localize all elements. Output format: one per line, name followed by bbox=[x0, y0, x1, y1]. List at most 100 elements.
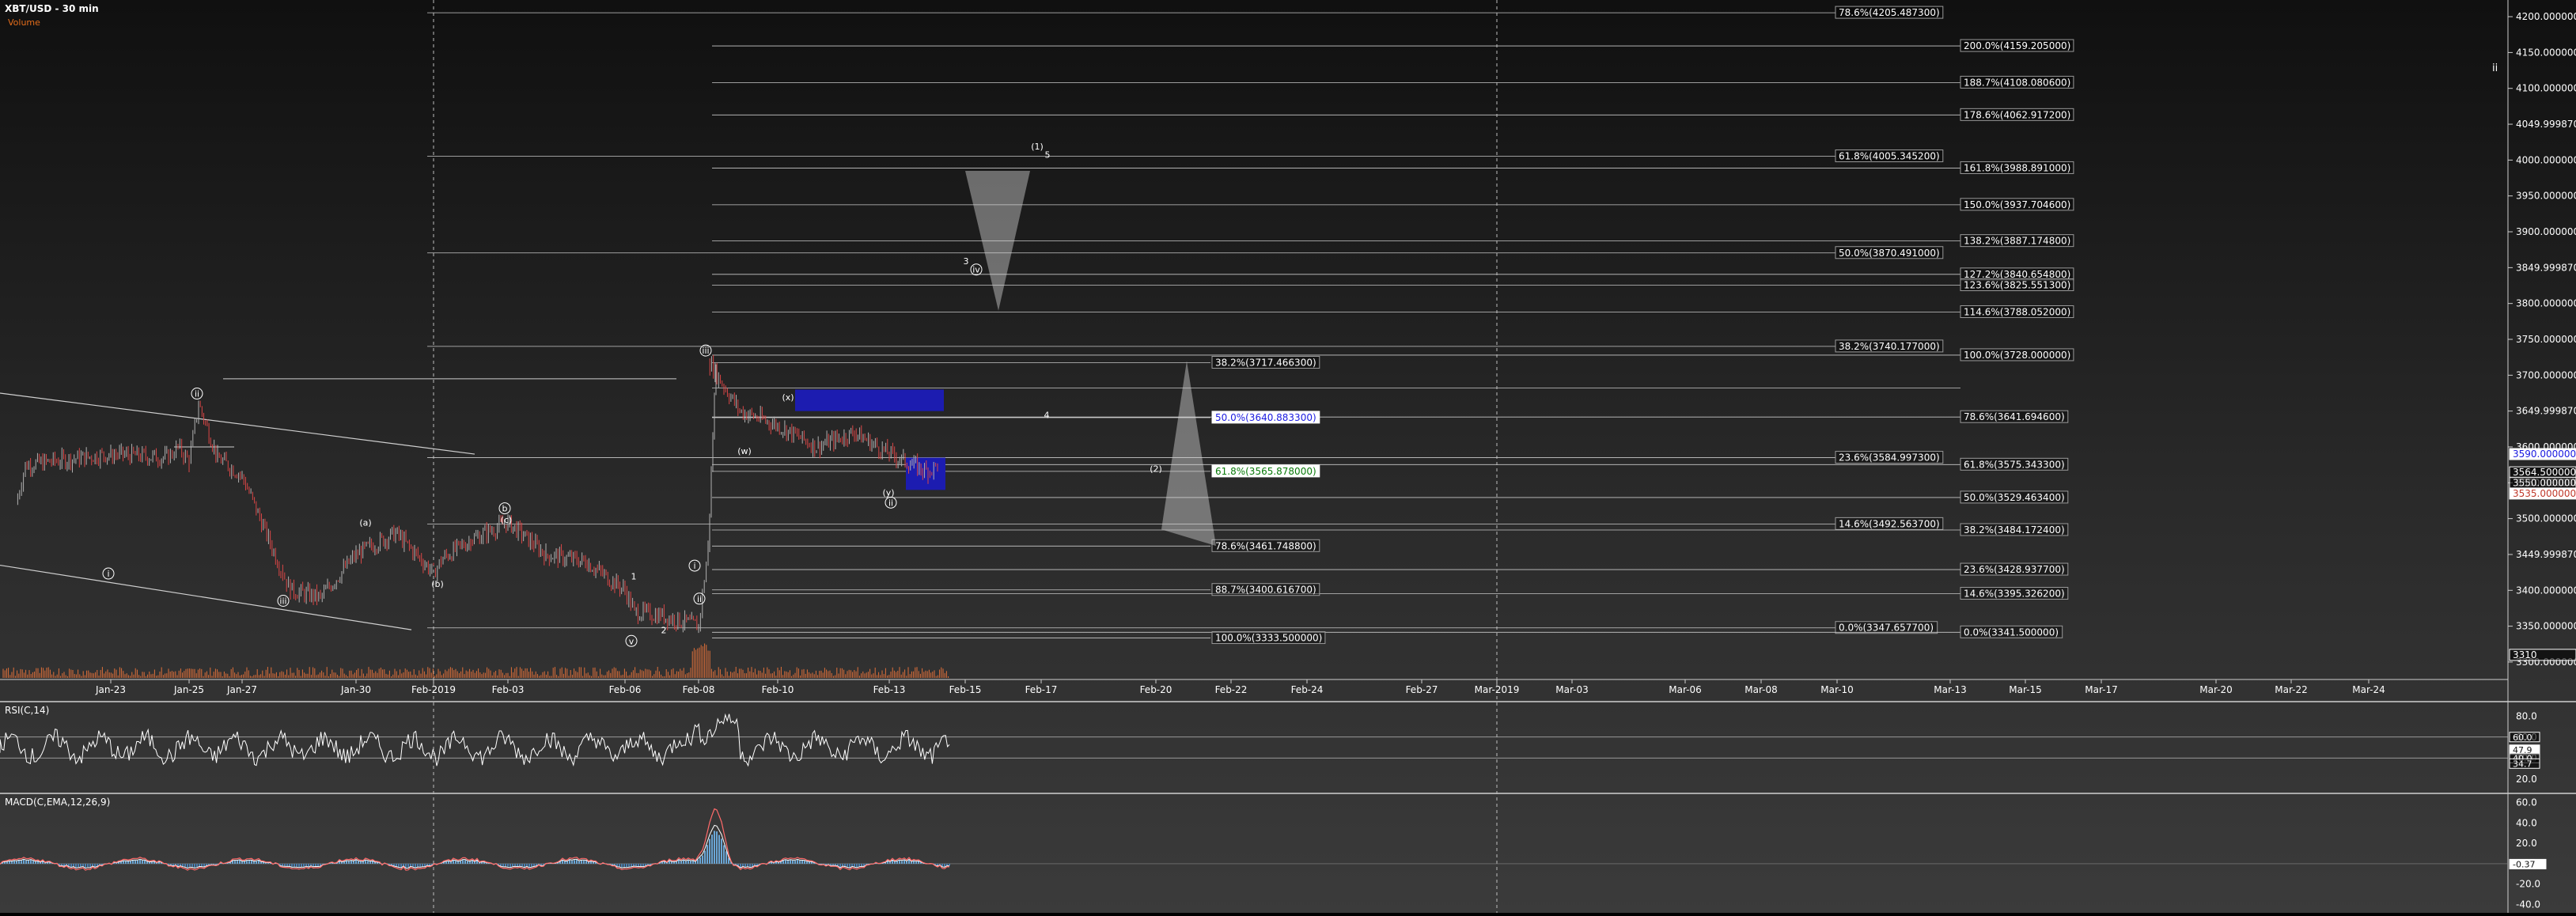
price-tick-label: 4049.999870 bbox=[2516, 119, 2576, 130]
x-axis-label: Mar-03 bbox=[1555, 684, 1588, 695]
wave-label: 5 bbox=[1045, 150, 1051, 161]
wave-label: i bbox=[693, 561, 695, 571]
fib-label-right: 188.7%(4108.080600) bbox=[1964, 77, 2070, 88]
price-tick-label: 3900.000000 bbox=[2516, 226, 2576, 237]
fib-label-right: 161.8%(3988.891000) bbox=[1964, 162, 2070, 173]
wave-label: ii bbox=[888, 498, 893, 508]
rsi-badge: 60.0 bbox=[2513, 732, 2532, 743]
wave-label: (1) bbox=[1031, 142, 1044, 152]
price-tick-label: 3849.999870 bbox=[2516, 262, 2576, 273]
wave-label: ii bbox=[697, 594, 702, 604]
fib-label-right: 61.8%(3575.343300) bbox=[1964, 459, 2065, 470]
rsi-tick-label: 20.0 bbox=[2516, 774, 2537, 785]
price-tick-label: 3400.000000 bbox=[2516, 585, 2576, 596]
macd-tick-label: -20.0 bbox=[2516, 879, 2540, 890]
wave-label: iii bbox=[702, 346, 709, 356]
rsi-badge: 34.7 bbox=[2513, 759, 2532, 769]
wave-label: iii bbox=[279, 596, 286, 607]
fib-label-right: 200.0%(4159.205000) bbox=[1964, 40, 2070, 51]
fib-label-left: 78.6%(4205.487300) bbox=[1839, 7, 1940, 18]
price-tick-label: 3649.999870 bbox=[2516, 406, 2576, 417]
fib-label-mid: 61.8%(3565.878000) bbox=[1215, 466, 1316, 477]
wave-label: b bbox=[502, 504, 508, 514]
x-axis-label: Feb-13 bbox=[873, 684, 906, 695]
corner-marker: ii bbox=[2492, 62, 2498, 74]
price-tick-label: 3950.000000 bbox=[2516, 191, 2576, 202]
projection-triangle-mid bbox=[1161, 361, 1216, 547]
x-axis-label: Feb-2019 bbox=[411, 684, 456, 695]
x-axis-label: Jan-27 bbox=[226, 684, 257, 695]
channel-upper-line bbox=[0, 392, 475, 455]
price-badge: 3550.000000 bbox=[2513, 477, 2576, 488]
fib-label-left: 38.2%(3740.177000) bbox=[1839, 341, 1940, 352]
fib-label-mid: 88.7%(3400.616700) bbox=[1215, 585, 1316, 596]
fib-label-mid: 100.0%(3333.500000) bbox=[1215, 633, 1322, 644]
fib-label-right: 127.2%(3840.654800) bbox=[1964, 269, 2070, 280]
wave-label: (x) bbox=[782, 392, 794, 403]
fib-label-right: 100.0%(3728.000000) bbox=[1964, 350, 2070, 361]
price-tick-label: 4000.000000 bbox=[2516, 154, 2576, 165]
fib-label-mid: 78.6%(3461.748800) bbox=[1215, 540, 1316, 551]
x-axis-label: Jan-23 bbox=[95, 684, 126, 695]
chart-stage: 4200.000000 4150.000000 4100.000000 4049.99… bbox=[0, 0, 2576, 913]
price-tick-label: 3700.000000 bbox=[2516, 369, 2576, 380]
wave-label: 2 bbox=[661, 626, 667, 636]
rsi-tick-label: 80.0 bbox=[2516, 710, 2537, 721]
fib-label-right: 150.0%(3937.704600) bbox=[1964, 199, 2070, 210]
price-tick-label: 4150.000000 bbox=[2516, 47, 2576, 58]
x-axis-label: Mar-08 bbox=[1744, 684, 1777, 695]
wave-label: (a) bbox=[359, 518, 371, 528]
price-tick-label: 3800.000000 bbox=[2516, 298, 2576, 309]
wave-label: i bbox=[107, 569, 109, 579]
wave-label: 4 bbox=[1044, 411, 1050, 421]
price-tick-label: 4100.000000 bbox=[2516, 83, 2576, 94]
wave-label: (2) bbox=[1150, 464, 1162, 475]
x-axis-label: Mar-06 bbox=[1669, 684, 1701, 695]
fib-label-left: 14.6%(3492.563700) bbox=[1839, 518, 1940, 529]
x-axis-label: Mar-20 bbox=[2199, 684, 2232, 695]
channel-lower-line bbox=[0, 564, 412, 630]
x-axis-label: Feb-20 bbox=[1140, 684, 1172, 695]
macd-tick-label: 20.0 bbox=[2516, 838, 2537, 849]
fib-label-right: 50.0%(3529.463400) bbox=[1964, 492, 2065, 503]
fib-label-right: 138.2%(3887.174800) bbox=[1964, 236, 2070, 247]
x-axis-label: Feb-15 bbox=[949, 684, 982, 695]
x-axis-label: Jan-30 bbox=[340, 684, 371, 695]
macd-label: MACD(C,EMA,12,26,9) bbox=[5, 797, 110, 808]
x-axis-label: Mar-2019 bbox=[1475, 684, 1520, 695]
price-tick-label: 4200.000000 bbox=[2516, 11, 2576, 22]
fib-label-right: 0.0%(3341.500000) bbox=[1964, 626, 2059, 638]
wave-label: (c) bbox=[501, 515, 513, 525]
fib-label-right: 38.2%(3484.172400) bbox=[1964, 524, 2065, 536]
x-axis-label: Mar-17 bbox=[2085, 684, 2117, 695]
macd-tick-label: 40.0 bbox=[2516, 817, 2537, 828]
price-tick-label: 3449.999870 bbox=[2516, 549, 2576, 560]
wave-label: (y) bbox=[882, 488, 894, 498]
x-axis-label: Feb-03 bbox=[492, 684, 525, 695]
x-axis-label: Feb-10 bbox=[762, 684, 794, 695]
fib-label-left: 50.0%(3870.491000) bbox=[1839, 248, 1940, 259]
chart-title: XBT/USD - 30 min bbox=[5, 3, 99, 14]
x-axis-label: Mar-22 bbox=[2275, 684, 2307, 695]
price-badge: 3590.000000 bbox=[2513, 449, 2576, 460]
wave-label: ii bbox=[195, 389, 199, 399]
macd-tick-label: 60.0 bbox=[2516, 797, 2537, 808]
fib-label-right: 23.6%(3428.937700) bbox=[1964, 564, 2065, 575]
wave-label: (w) bbox=[737, 446, 752, 456]
price-badge: 3310 bbox=[2513, 649, 2537, 661]
fib-label-mid: 50.0%(3640.883300) bbox=[1215, 412, 1316, 423]
fib-label-right: 78.6%(3641.694600) bbox=[1964, 411, 2065, 422]
price-tick-label: 3750.000000 bbox=[2516, 334, 2576, 345]
macd-tick-label: -40.0 bbox=[2516, 899, 2540, 910]
fib-label-right: 14.6%(3395.326200) bbox=[1964, 589, 2065, 600]
fib-label-mid: 38.2%(3717.466300) bbox=[1215, 357, 1316, 368]
wave-label: (b) bbox=[431, 579, 444, 589]
wave-label: iv bbox=[972, 265, 980, 275]
fib-label-right: 123.6%(3825.551300) bbox=[1964, 280, 2070, 291]
x-axis-label: Mar-24 bbox=[2352, 684, 2385, 695]
x-axis-label: Feb-22 bbox=[1215, 684, 1248, 695]
x-axis-label: Mar-13 bbox=[1934, 684, 1966, 695]
wave-label: 3 bbox=[964, 256, 969, 267]
price-badge: 3564.500000 bbox=[2513, 467, 2576, 478]
x-axis-label: Feb-17 bbox=[1025, 684, 1058, 695]
